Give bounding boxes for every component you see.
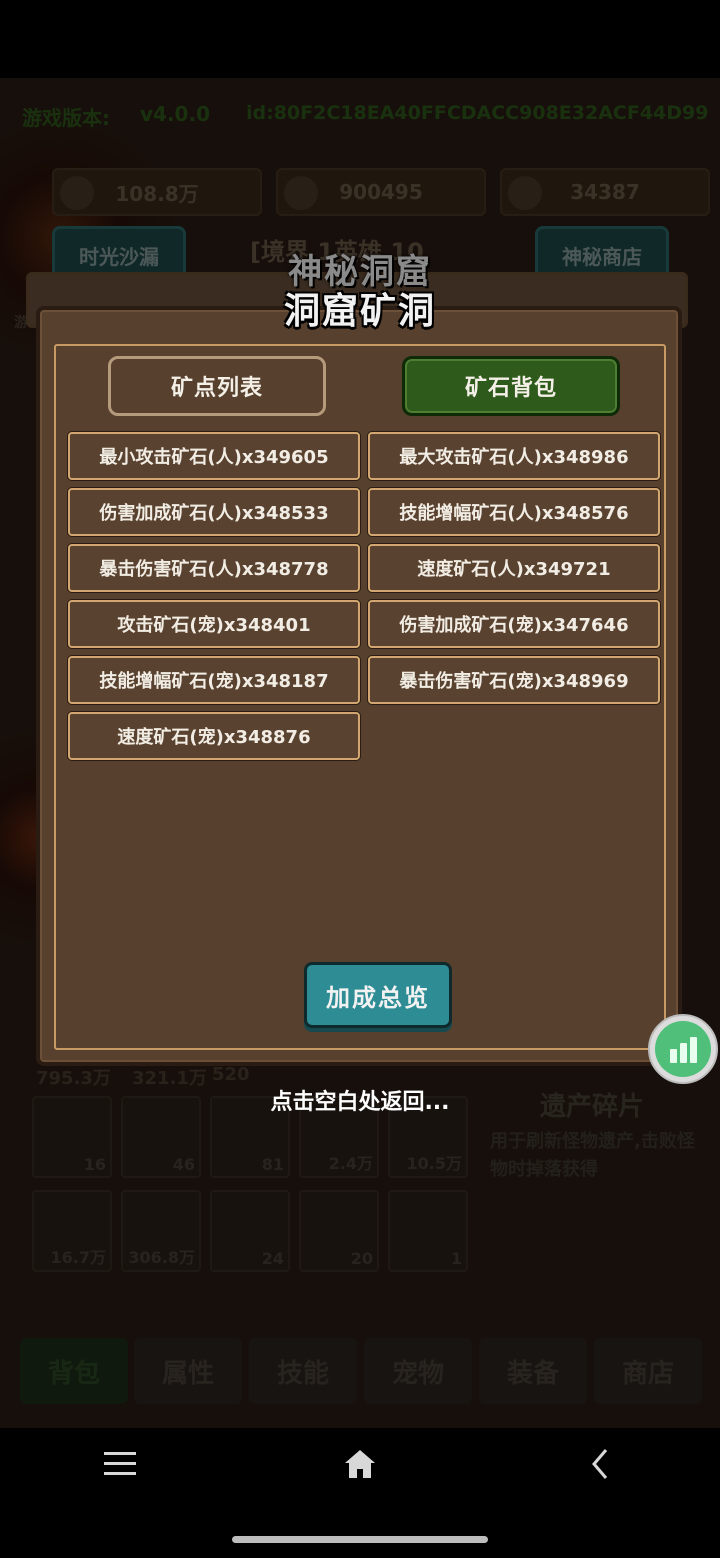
back-icon[interactable] — [590, 1448, 610, 1480]
tab-ore-bag[interactable]: 矿石背包 — [402, 356, 620, 416]
ore-item[interactable]: 技能增幅矿石(人)x348576 — [368, 488, 660, 536]
home-icon[interactable] — [344, 1448, 376, 1480]
bar-chart-icon[interactable] — [648, 1014, 718, 1084]
menu-icon[interactable] — [104, 1450, 136, 1478]
ore-item[interactable]: 速度矿石(人)x349721 — [368, 544, 660, 592]
dialog-title: 洞窟矿洞 — [283, 291, 436, 332]
ore-item[interactable]: 伤害加成矿石(人)x348533 — [68, 488, 360, 536]
ore-item[interactable]: 暴击伤害矿石(宠)x348969 — [368, 656, 660, 704]
mine-dialog: 矿点列表 矿石背包 最小攻击矿石(人)x349605 最大攻击矿石(人)x348… — [36, 306, 682, 1066]
ore-item[interactable]: 最大攻击矿石(人)x348986 — [368, 432, 660, 480]
tap-to-return-hint: 点击空白处返回... — [270, 1090, 450, 1115]
ore-item[interactable]: 速度矿石(宠)x348876 — [68, 712, 360, 760]
ore-item[interactable]: 暴击伤害矿石(人)x348778 — [68, 544, 360, 592]
tab-mine-list[interactable]: 矿点列表 — [108, 356, 326, 416]
ore-item[interactable]: 攻击矿石(宠)x348401 — [68, 600, 360, 648]
ore-item[interactable]: 最小攻击矿石(人)x349605 — [68, 432, 360, 480]
ore-item[interactable]: 伤害加成矿石(宠)x347646 — [368, 600, 660, 648]
home-indicator[interactable] — [232, 1536, 488, 1543]
ore-item[interactable]: 技能增幅矿石(宠)x348187 — [68, 656, 360, 704]
bonus-summary-button[interactable]: 加成总览 — [304, 962, 452, 1028]
mine-dialog-inner: 矿点列表 矿石背包 最小攻击矿石(人)x349605 最大攻击矿石(人)x348… — [54, 344, 666, 1050]
